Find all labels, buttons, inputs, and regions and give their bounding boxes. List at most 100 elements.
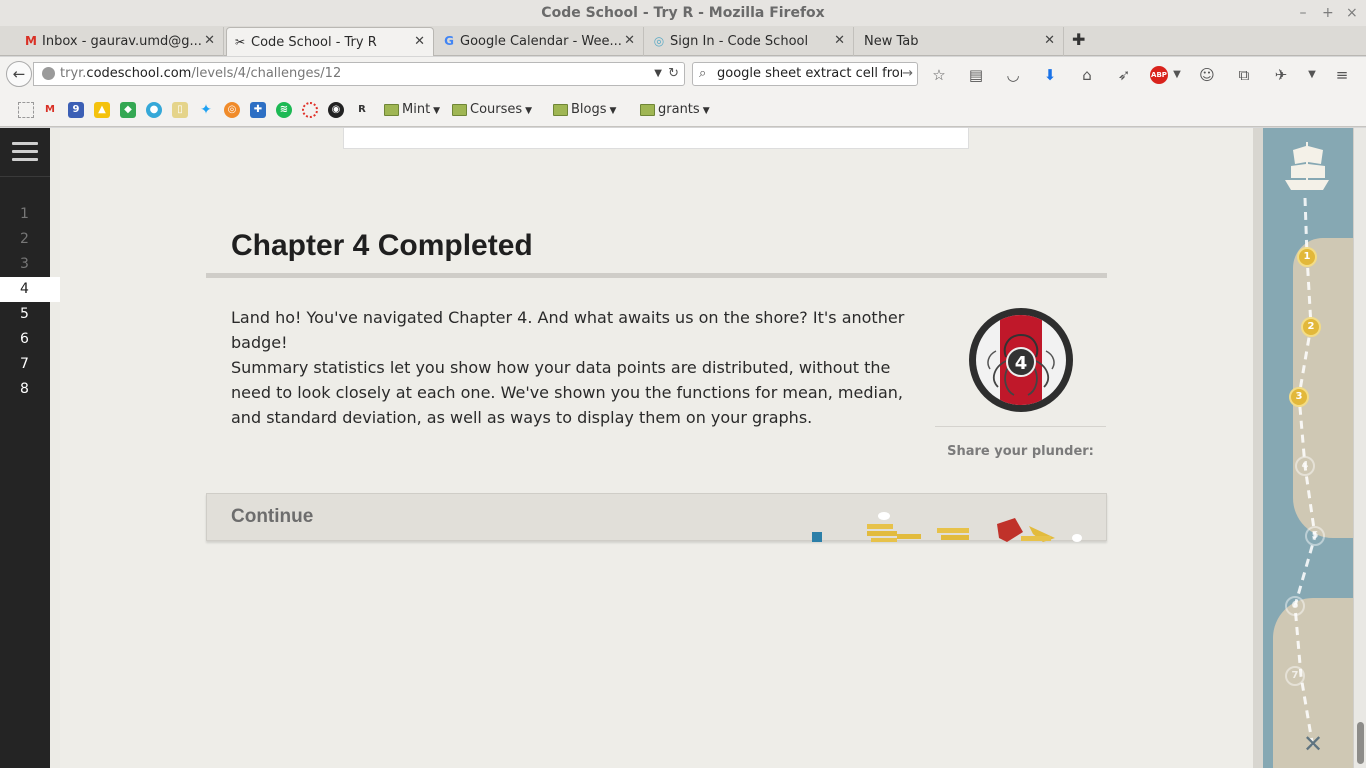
close-icon[interactable]: ✕ — [414, 34, 425, 49]
tab-inbox[interactable]: M Inbox - gaurav.umd@g... ✕ — [18, 27, 224, 56]
map-marker-5[interactable]: 5 — [1305, 526, 1325, 546]
folder-label: Blogs — [571, 102, 607, 117]
chevron-down-icon: ▼ — [609, 106, 617, 116]
page-scrollbar[interactable] — [1353, 128, 1366, 768]
previous-panel-bottom — [343, 128, 969, 149]
adblock-dropdown-icon[interactable]: ▼ — [1172, 65, 1182, 85]
close-icon[interactable]: ✕ — [1044, 33, 1055, 48]
folder-icon — [384, 104, 399, 116]
tab-label: New Tab — [864, 34, 919, 49]
folder-icon — [452, 104, 467, 116]
bookmark-note-icon[interactable]: ▯ — [172, 102, 188, 118]
bookmark-maps-icon[interactable]: ◆ — [120, 102, 136, 118]
tab-google-calendar[interactable]: G Google Calendar - Wee... ✕ — [436, 27, 644, 56]
share-label: Share your plunder: — [947, 444, 1094, 459]
bookmark-folder-grants[interactable]: grants ▼ — [638, 101, 710, 119]
reading-list-icon[interactable]: ▤ — [965, 65, 987, 85]
tab-label: Inbox - gaurav.umd@g... — [42, 34, 202, 49]
chat-icon[interactable]: ☺ — [1196, 65, 1218, 85]
folder-label: grants — [658, 102, 700, 117]
window-title: Code School - Try R - Mozilla Firefox — [541, 5, 825, 21]
gmail-icon: M — [25, 34, 37, 48]
badge-number: 4 — [1006, 347, 1036, 377]
bookmark-puzzle-icon[interactable]: ✚ — [250, 102, 266, 118]
reload-icon[interactable]: ↻ — [668, 63, 679, 85]
intro-paragraph: Land ho! You've navigated Chapter 4. And… — [231, 308, 905, 352]
map-marker-2[interactable]: 2 — [1301, 317, 1321, 337]
codeschool-circle-icon: ◎ — [653, 34, 665, 48]
incognito-icon[interactable]: ✈ — [1270, 65, 1292, 85]
url-path: /levels/4/challenges/12 — [191, 66, 342, 81]
tab-code-school-try-r[interactable]: ✂ Code School - Try R ✕ — [226, 27, 434, 56]
close-icon[interactable]: ✕ — [834, 33, 845, 48]
map-marker-6[interactable]: 6 — [1285, 596, 1305, 616]
bookmark-r-icon[interactable]: R — [354, 102, 370, 118]
bookmark-folder-mint[interactable]: Mint ▼ — [382, 101, 440, 119]
bookmark-folder-courses[interactable]: Courses ▼ — [450, 101, 532, 119]
send-icon[interactable]: ➶ — [1113, 65, 1135, 85]
downloads-icon[interactable]: ⬇ — [1039, 65, 1061, 85]
tab-new-tab[interactable]: New Tab ✕ — [856, 27, 1064, 56]
globe-icon — [42, 67, 55, 80]
folder-label: Courses — [470, 102, 523, 117]
menu-icon[interactable]: ≡ — [1331, 65, 1353, 85]
level-item-3[interactable]: 3 — [0, 252, 50, 277]
close-icon[interactable]: ✕ — [204, 33, 215, 48]
bookmark-github-icon[interactable]: ◉ — [328, 102, 344, 118]
chapter-badge: 4 — [969, 308, 1073, 412]
window-controls: – + × — [1298, 0, 1358, 26]
home-icon[interactable]: ⌂ — [1076, 65, 1098, 85]
bookmark-ring-icon[interactable] — [302, 102, 318, 118]
pocket-icon[interactable]: ◡ — [1002, 65, 1024, 85]
level-item-5[interactable]: 5 — [0, 302, 50, 327]
bookmark-calendar-icon[interactable]: 9 — [68, 102, 84, 118]
close-window-icon[interactable]: × — [1346, 0, 1358, 26]
extension-dropdown-icon[interactable]: ▼ — [1307, 65, 1317, 85]
bookmark-circle-icon[interactable]: ● — [146, 102, 162, 118]
toolbar-icons: ☆ ▤ ◡ ⬇ ⌂ ➶ ABP ▼ ☺ ⧉ ✈ ▼ ≡ — [928, 64, 1366, 86]
hamburger-menu-icon[interactable] — [12, 142, 38, 164]
bookmark-drive-icon[interactable]: ▲ — [94, 102, 110, 118]
map-marker-1[interactable]: 1 — [1297, 247, 1317, 267]
bookmark-rss-icon[interactable]: ◎ — [224, 102, 240, 118]
url-history-dropdown-icon[interactable]: ▼ — [654, 63, 662, 85]
url-bar[interactable]: tryr.codeschool.com/levels/4/challenges/… — [33, 62, 685, 86]
bookmark-folder-blogs[interactable]: Blogs ▼ — [551, 101, 616, 119]
level-item-7[interactable]: 7 — [0, 352, 50, 377]
bookmark-blank-icon[interactable] — [18, 102, 34, 118]
sidebar-divider — [0, 176, 50, 177]
continue-button[interactable]: Continue — [206, 493, 1107, 542]
back-button[interactable]: ← — [6, 61, 32, 87]
url-prefix: tryr. — [60, 66, 87, 81]
close-icon[interactable]: ✕ — [624, 33, 635, 48]
bookmark-spotify-icon[interactable]: ≋ — [276, 102, 292, 118]
new-tab-plus-icon[interactable]: ✚ — [1072, 30, 1085, 49]
maximize-icon[interactable]: + — [1322, 0, 1334, 26]
level-item-4[interactable]: 4 — [0, 277, 60, 302]
bookmark-gmail-icon[interactable]: M — [42, 102, 58, 118]
voyage-map: 1 2 3 4 5 6 7 ✕ — [1263, 128, 1353, 768]
map-marker-7[interactable]: 7 — [1285, 666, 1305, 686]
bookmark-star-icon[interactable]: ☆ — [928, 65, 950, 85]
folder-icon — [640, 104, 655, 116]
scrollbar-thumb[interactable] — [1357, 722, 1364, 764]
map-marker-4[interactable]: 4 — [1295, 456, 1315, 476]
extension-icon[interactable]: ⧉ — [1233, 65, 1255, 85]
adblock-plus-icon[interactable]: ABP — [1150, 66, 1168, 84]
chevron-down-icon: ▼ — [525, 106, 533, 116]
continue-label: Continue — [231, 506, 314, 527]
level-item-1[interactable]: 1 — [0, 202, 50, 227]
folder-label: Mint — [402, 102, 431, 117]
map-marker-3[interactable]: 3 — [1289, 387, 1309, 407]
summary-paragraph: Summary statistics let you show how your… — [231, 358, 903, 427]
bookmark-twitter-icon[interactable]: ✦ — [198, 102, 214, 118]
search-go-arrow-icon[interactable]: → — [902, 63, 913, 85]
level-item-2[interactable]: 2 — [0, 227, 50, 252]
level-item-6[interactable]: 6 — [0, 327, 50, 352]
level-item-8[interactable]: 8 — [0, 377, 50, 402]
title-divider — [206, 273, 1107, 278]
search-input[interactable]: ⌕ google sheet extract cell from → — [692, 62, 918, 86]
google-icon: G — [444, 34, 454, 48]
tab-sign-in-code-school[interactable]: ◎ Sign In - Code School ✕ — [646, 27, 854, 56]
minimize-icon[interactable]: – — [1298, 0, 1308, 26]
